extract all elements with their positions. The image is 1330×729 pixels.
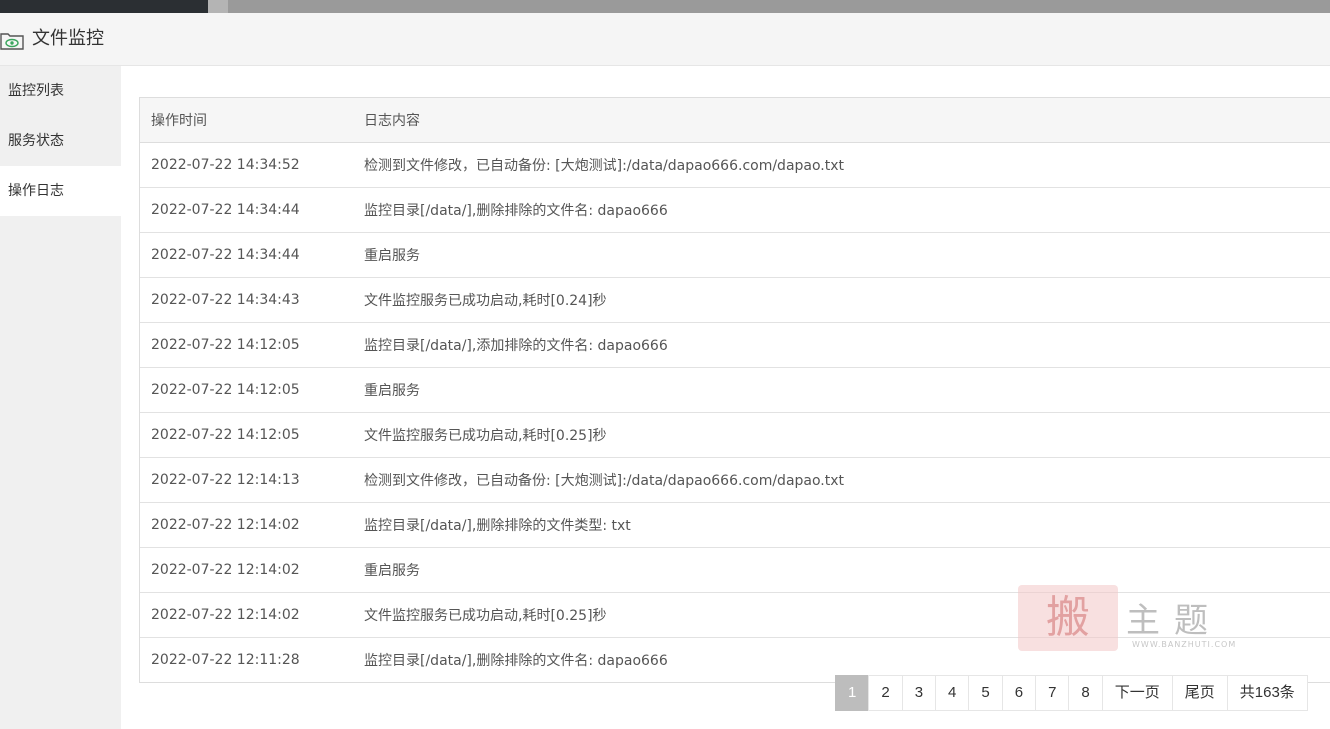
- cell-content: 重启服务: [364, 367, 1330, 413]
- table-row: 2022-07-22 14:34:44 监控目录[/data/],删除排除的文件…: [140, 187, 1330, 233]
- table-row: 2022-07-22 14:34:52 检测到文件修改，已自动备份: [大炮测试…: [140, 142, 1330, 188]
- cell-time: 2022-07-22 14:12:05: [140, 367, 364, 413]
- sidebar-item-label: 服务状态: [8, 133, 64, 149]
- page-button-5[interactable]: 5: [968, 675, 1003, 711]
- top-strip: [0, 0, 1330, 13]
- cell-time: 2022-07-22 14:34:52: [140, 142, 364, 188]
- cell-time: 2022-07-22 12:14:13: [140, 457, 364, 503]
- cell-time: 2022-07-22 12:14:02: [140, 547, 364, 593]
- watermark-logo: 搬 主题 WWW.BANZHUTI.COM: [1018, 585, 1248, 655]
- cell-time: 2022-07-22 14:12:05: [140, 412, 364, 458]
- page-button-6[interactable]: 6: [1001, 675, 1037, 711]
- sidebar-item-label: 监控列表: [8, 83, 64, 99]
- cell-time: 2022-07-22 14:34:44: [140, 232, 364, 278]
- sidebar-item-operation-log[interactable]: 操作日志: [0, 166, 121, 216]
- top-strip-dark: [0, 0, 208, 13]
- cell-content: 监控目录[/data/],删除排除的文件名: dapao666: [364, 187, 1330, 233]
- column-header-time: 操作时间: [140, 98, 364, 143]
- cell-content: 检测到文件修改，已自动备份: [大炮测试]:/data/dapao666.com…: [364, 142, 1330, 188]
- watermark-seal: 搬: [1018, 585, 1118, 651]
- sidebar-item-service-status[interactable]: 服务状态: [0, 116, 121, 166]
- column-header-content: 日志内容: [364, 98, 1330, 143]
- last-page-button[interactable]: 尾页: [1171, 675, 1228, 711]
- table-row: 2022-07-22 14:12:05 文件监控服务已成功启动,耗时[0.25]…: [140, 412, 1330, 458]
- page-button-7[interactable]: 7: [1035, 675, 1070, 711]
- pagination: 1 2 3 4 5 6 7 8 下一页 尾页 共163条: [835, 675, 1308, 711]
- folder-eye-icon: [0, 29, 24, 51]
- cell-content: 文件监控服务已成功启动,耗时[0.25]秒: [364, 412, 1330, 458]
- cell-time: 2022-07-22 14:34:43: [140, 277, 364, 323]
- table-header-row: 操作时间 日志内容: [140, 98, 1330, 143]
- watermark-text: 主题: [1126, 601, 1222, 641]
- sidebar: 监控列表 服务状态 操作日志: [0, 66, 121, 729]
- cell-content: 文件监控服务已成功启动,耗时[0.24]秒: [364, 277, 1330, 323]
- page-button-8[interactable]: 8: [1068, 675, 1103, 711]
- total-count: 共163条: [1226, 675, 1308, 711]
- table-row: 2022-07-22 14:12:05 监控目录[/data/],添加排除的文件…: [140, 322, 1330, 368]
- table-row: 2022-07-22 12:14:13 检测到文件修改，已自动备份: [大炮测试…: [140, 457, 1330, 503]
- cell-content: 检测到文件修改，已自动备份: [大炮测试]:/data/dapao666.com…: [364, 457, 1330, 503]
- cell-time: 2022-07-22 12:14:02: [140, 502, 364, 548]
- cell-time: 2022-07-22 12:14:02: [140, 592, 364, 638]
- cell-time: 2022-07-22 14:34:44: [140, 187, 364, 233]
- page-button-4[interactable]: 4: [935, 675, 970, 711]
- app-title: 文件监控: [32, 28, 104, 49]
- page-button-3[interactable]: 3: [901, 675, 937, 711]
- title-bar: 文件监控: [0, 13, 1330, 66]
- page-button-1[interactable]: 1: [835, 675, 870, 711]
- table-row: 2022-07-22 14:12:05 重启服务: [140, 367, 1330, 413]
- cell-content: 监控目录[/data/],删除排除的文件类型: txt: [364, 502, 1330, 548]
- cell-content: 监控目录[/data/],添加排除的文件名: dapao666: [364, 322, 1330, 368]
- next-page-button[interactable]: 下一页: [1101, 675, 1173, 711]
- cell-content: 重启服务: [364, 232, 1330, 278]
- table-row: 2022-07-22 14:34:44 重启服务: [140, 232, 1330, 278]
- top-strip-mid: [208, 0, 228, 13]
- table-row: 2022-07-22 14:34:43 文件监控服务已成功启动,耗时[0.24]…: [140, 277, 1330, 323]
- sidebar-item-label: 操作日志: [8, 183, 64, 199]
- page-button-2[interactable]: 2: [868, 675, 903, 711]
- cell-time: 2022-07-22 12:11:28: [151, 652, 300, 668]
- sidebar-item-monitor-list[interactable]: 监控列表: [0, 66, 121, 116]
- watermark-url: WWW.BANZHUTI.COM: [1132, 640, 1237, 649]
- cell-time: 2022-07-22 14:12:05: [140, 322, 364, 368]
- table-row: 2022-07-22 12:14:02 监控目录[/data/],删除排除的文件…: [140, 502, 1330, 548]
